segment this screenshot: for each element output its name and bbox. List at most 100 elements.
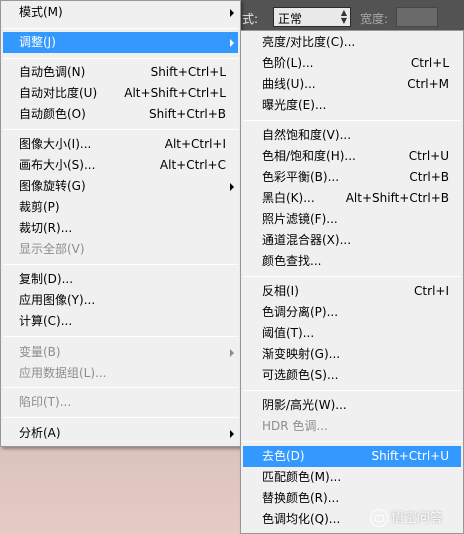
menu-item-label: 曲线(U)... <box>262 77 316 91</box>
submenu-item-gradient-map[interactable]: 渐变映射(G)... <box>243 344 461 365</box>
watermark-text: 悟空问答 <box>391 511 444 526</box>
submenu-item-invert[interactable]: 反相(I) Ctrl+I <box>243 281 461 302</box>
submenu-item-match-color[interactable]: 匹配颜色(M)... <box>243 467 461 488</box>
submenu-item-shadows-highlights[interactable]: 阴影/高光(W)... <box>243 395 461 416</box>
submenu-item-photo-filter[interactable]: 照片滤镜(F)... <box>243 209 461 230</box>
submenu-item-color-balance[interactable]: 色彩平衡(B)... Ctrl+B <box>243 167 461 188</box>
watermark: 悟空问答 <box>370 508 443 530</box>
submenu-arrow-icon <box>230 39 234 47</box>
submenu-item-selective-color[interactable]: 可选颜色(S)... <box>243 365 461 386</box>
menu-item-label: 自动色调(N) <box>19 65 86 79</box>
submenu-item-vibrance[interactable]: 自然饱和度(V)... <box>243 125 461 146</box>
menu-item-label: 显示全部(V) <box>19 242 85 256</box>
menu-item-shortcut: Alt+Shift+Ctrl+B <box>345 191 449 205</box>
menu-item-label: 自动对比度(U) <box>19 86 98 100</box>
style-select-value: 正常 <box>278 12 303 26</box>
menu-item-label: 通道混合器(X)... <box>262 233 352 247</box>
menu-item-label: 裁切(R)... <box>19 221 73 235</box>
menu-item-shortcut: Ctrl+B <box>409 170 449 184</box>
menu-item-label: 图像大小(I)... <box>19 137 92 151</box>
submenu-item-replace-color[interactable]: 替换颜色(R)... <box>243 488 461 509</box>
menu-item-adjustments[interactable]: 调整(J) <box>3 32 238 53</box>
menu-item-image-size[interactable]: 图像大小(I)... Alt+Ctrl+I <box>3 134 238 155</box>
menu-item-label: 色相/饱和度(H)... <box>262 149 356 163</box>
menu-item-shortcut: Alt+Shift+Ctrl+L <box>124 86 226 100</box>
menu-item-canvas-size[interactable]: 画布大小(S)... Alt+Ctrl+C <box>3 155 238 176</box>
speech-bubble-icon <box>370 508 388 527</box>
menu-separator <box>3 336 238 337</box>
menu-separator <box>243 390 461 391</box>
menu-item-shortcut: Shift+Ctrl+B <box>149 107 226 121</box>
submenu-item-hue-saturation[interactable]: 色相/饱和度(H)... Ctrl+U <box>243 146 461 167</box>
menu-item-duplicate[interactable]: 复制(D)... <box>3 269 238 290</box>
submenu-item-color-lookup[interactable]: 颜色查找... <box>243 251 461 272</box>
submenu-item-levels[interactable]: 色阶(L)... Ctrl+L <box>243 53 461 74</box>
menu-item-shortcut: Ctrl+I <box>414 284 449 298</box>
menu-item-calculations[interactable]: 计算(C)... <box>3 311 238 332</box>
submenu-item-exposure[interactable]: 曝光度(E)... <box>243 95 461 116</box>
menu-item-label: 曝光度(E)... <box>262 98 327 112</box>
menu-item-auto-color[interactable]: 自动颜色(O) Shift+Ctrl+B <box>3 104 238 125</box>
menu-separator <box>3 264 238 265</box>
submenu-item-hdr-toning[interactable]: HDR 色调... <box>243 416 461 437</box>
submenu-arrow-icon <box>230 183 234 191</box>
menu-item-variables[interactable]: 变量(B) <box>3 342 238 363</box>
menu-item-auto-tone[interactable]: 自动色调(N) Shift+Ctrl+L <box>3 62 238 83</box>
menu-item-shortcut: Alt+Ctrl+I <box>164 137 226 151</box>
width-label: 宽度: <box>360 12 389 26</box>
menu-item-trap[interactable]: 陷印(T)... <box>3 392 238 413</box>
submenu-arrow-icon <box>230 430 234 438</box>
menu-item-label: HDR 色调... <box>262 419 328 433</box>
menu-separator <box>243 120 461 121</box>
menu-item-auto-contrast[interactable]: 自动对比度(U) Alt+Shift+Ctrl+L <box>3 83 238 104</box>
submenu-item-black-white[interactable]: 黑白(K)... Alt+Shift+Ctrl+B <box>243 188 461 209</box>
menu-separator <box>3 58 238 59</box>
updown-arrows-icon: ▲ ▼ <box>340 8 347 25</box>
menu-item-label: 画布大小(S)... <box>19 158 96 172</box>
menu-item-label: 反相(I) <box>262 284 299 298</box>
menu-item-label: 亮度/对比度(C)... <box>262 35 356 49</box>
menu-item-label: 色调分离(P)... <box>262 305 339 319</box>
menu-item-label: 自动颜色(O) <box>19 107 86 121</box>
menu-item-label: 分析(A) <box>19 426 61 440</box>
menu-item-label: 自然饱和度(V)... <box>262 128 352 142</box>
menu-item-label: 计算(C)... <box>19 314 73 328</box>
menu-item-label: 匹配颜色(M)... <box>262 470 342 484</box>
menu-item-mode[interactable]: 模式(M) <box>3 2 238 23</box>
menu-item-crop[interactable]: 裁剪(P) <box>3 197 238 218</box>
menu-item-label: 陷印(T)... <box>19 395 72 409</box>
width-input[interactable] <box>396 7 438 27</box>
image-menu: 模式(M) 调整(J) 自动色调(N) Shift+Ctrl+L 自动对比度(U… <box>0 0 241 447</box>
menu-separator <box>3 129 238 130</box>
menu-item-label: 去色(D) <box>262 449 305 463</box>
menu-item-label: 颜色查找... <box>262 254 322 268</box>
menu-item-shortcut: Alt+Ctrl+C <box>159 158 226 172</box>
menu-item-shortcut: Ctrl+L <box>410 56 449 70</box>
submenu-item-desaturate[interactable]: 去色(D) Shift+Ctrl+U <box>243 446 461 467</box>
menu-item-label: 色彩平衡(B)... <box>262 170 340 184</box>
submenu-arrow-icon <box>230 349 234 357</box>
menu-item-label: 应用数据组(L)... <box>19 366 107 380</box>
menu-item-apply-data-set[interactable]: 应用数据组(L)... <box>3 363 238 384</box>
style-select[interactable]: 正常 ▲ ▼ <box>273 7 351 27</box>
submenu-item-threshold[interactable]: 阈值(T)... <box>243 323 461 344</box>
menu-item-image-rotation[interactable]: 图像旋转(G) <box>3 176 238 197</box>
menu-separator <box>3 28 238 29</box>
menu-item-shortcut: Shift+Ctrl+U <box>371 449 449 463</box>
menu-item-label: 色调均化(Q)... <box>262 512 341 526</box>
menu-item-trim[interactable]: 裁切(R)... <box>3 218 238 239</box>
menu-item-label: 替换颜色(R)... <box>262 491 340 505</box>
submenu-item-brightness-contrast[interactable]: 亮度/对比度(C)... <box>243 32 461 53</box>
menu-item-reveal-all[interactable]: 显示全部(V) <box>3 239 238 260</box>
menu-item-shortcut: Ctrl+U <box>408 149 449 163</box>
menu-item-label: 裁剪(P) <box>19 200 60 214</box>
submenu-item-channel-mixer[interactable]: 通道混合器(X)... <box>243 230 461 251</box>
menu-item-shortcut: Ctrl+M <box>407 77 449 91</box>
menu-item-apply-image[interactable]: 应用图像(Y)... <box>3 290 238 311</box>
menu-item-label: 图像旋转(G) <box>19 179 86 193</box>
menu-item-analysis[interactable]: 分析(A) <box>3 423 238 444</box>
menu-separator <box>243 276 461 277</box>
menu-separator <box>3 417 238 418</box>
submenu-item-posterize[interactable]: 色调分离(P)... <box>243 302 461 323</box>
submenu-item-curves[interactable]: 曲线(U)... Ctrl+M <box>243 74 461 95</box>
